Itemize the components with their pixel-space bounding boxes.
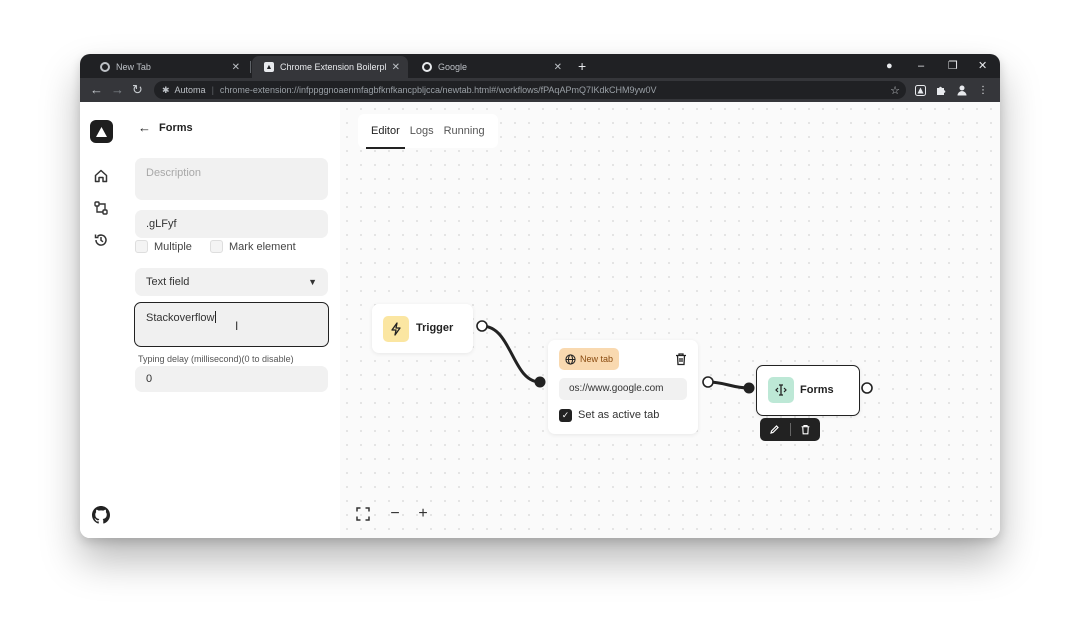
home-icon[interactable] xyxy=(93,168,109,184)
more-menu-icon[interactable]: ⋮ xyxy=(975,82,991,98)
checkmark-icon[interactable]: ✓ xyxy=(559,408,572,422)
minimize-button[interactable]: – xyxy=(918,57,924,75)
zoom-in-button[interactable]: + xyxy=(415,505,431,522)
chevron-down-icon: ▼ xyxy=(308,277,317,287)
puzzle-icon[interactable] xyxy=(933,82,949,98)
chrome-icon xyxy=(100,62,110,72)
restore-button[interactable]: ❐ xyxy=(948,57,958,75)
globe-icon xyxy=(565,353,576,365)
tab-title: Google xyxy=(438,62,468,72)
lightning-icon xyxy=(383,316,409,342)
new-tab-badge: New tab xyxy=(559,348,620,370)
forms-input-handle[interactable] xyxy=(743,382,755,394)
url-text: chrome-extension://infppggnoaenmfagbfknf… xyxy=(219,85,657,95)
edge-trigger-to-newtab xyxy=(481,324,541,384)
editor-tabs: Editor Logs Running xyxy=(358,114,498,149)
checkbox-box[interactable] xyxy=(135,240,148,253)
forms-node-actions xyxy=(760,418,820,441)
trigger-output-handle[interactable] xyxy=(476,320,488,332)
newtab-input-handle[interactable] xyxy=(534,376,546,388)
panel-header: ← Forms xyxy=(138,120,193,135)
typing-delay-label: Typing delay (millisecond)(0 to disable) xyxy=(138,354,294,364)
fullscreen-icon[interactable] xyxy=(355,506,371,522)
google-icon xyxy=(422,62,432,72)
browser-tab-google[interactable]: Google ✕ xyxy=(410,56,570,78)
newtab-output-handle[interactable] xyxy=(702,376,714,388)
close-icon[interactable]: ✕ xyxy=(232,62,240,73)
automa-icon: ▲ xyxy=(264,62,274,72)
form-type-value: Text field xyxy=(146,276,190,288)
text-cursor-icon xyxy=(768,377,794,403)
forms-node[interactable]: Forms xyxy=(756,365,860,416)
new-tab-url[interactable]: os://www.google.com xyxy=(559,378,687,400)
mark-element-checkbox[interactable]: Mark element xyxy=(210,240,296,253)
text-cursor-icon: I xyxy=(235,319,239,333)
address-divider: | xyxy=(211,85,214,95)
tab-logs[interactable]: Logs xyxy=(405,119,439,143)
trigger-node[interactable]: Trigger xyxy=(372,304,473,353)
tab-strip: New Tab ✕ ▲ Chrome Extension Boilerplate… xyxy=(80,54,1000,78)
trash-icon[interactable] xyxy=(674,352,688,366)
workflow-canvas[interactable]: Editor Logs Running Trigger New tab os:/… xyxy=(340,102,1000,538)
value-text: Stackoverflow xyxy=(146,312,215,324)
active-tab-checkbox[interactable]: ✓ Set as active tab xyxy=(559,406,659,424)
new-tab-badge-label: New tab xyxy=(580,354,614,364)
tab-running[interactable]: Running xyxy=(439,119,490,143)
tab-title: New Tab xyxy=(116,62,151,72)
automa-extension-icon[interactable] xyxy=(912,82,928,98)
extension-icon: ✱ xyxy=(162,84,170,95)
checkbox-box[interactable] xyxy=(210,240,223,253)
value-textarea[interactable]: Stackoverflow I xyxy=(134,302,329,347)
back-arrow-icon[interactable]: ← xyxy=(90,81,103,99)
browser-tab-extension[interactable]: ▲ Chrome Extension Boilerplate (wi ✕ xyxy=(252,56,408,78)
automa-app: ← Forms Description .gLFyf Multiple Mark… xyxy=(80,102,1000,538)
browser-toolbar: ← → ↻ ✱ Automa | chrome-extension://infp… xyxy=(80,78,1000,102)
mark-element-label: Mark element xyxy=(229,240,296,253)
forms-output-handle[interactable] xyxy=(861,382,873,394)
close-icon[interactable]: ✕ xyxy=(392,62,400,73)
new-tab-button[interactable]: + xyxy=(578,57,586,75)
workflow-icon[interactable] xyxy=(93,200,109,216)
selector-input[interactable]: .gLFyf xyxy=(135,210,328,238)
pencil-icon[interactable] xyxy=(760,424,790,435)
close-icon[interactable]: ✕ xyxy=(554,62,562,73)
profile-icon[interactable] xyxy=(954,82,970,98)
automa-logo[interactable] xyxy=(90,120,113,143)
active-tab-label: Set as active tab xyxy=(578,409,660,421)
close-window-button[interactable]: ✕ xyxy=(978,57,987,75)
profile-menu-icon[interactable]: ● xyxy=(886,57,893,75)
trash-icon[interactable] xyxy=(791,424,821,435)
form-type-select[interactable]: Text field ▼ xyxy=(135,268,328,296)
edge-newtab-to-forms xyxy=(707,380,750,390)
browser-tab-new-tab[interactable]: New Tab ✕ xyxy=(88,56,248,78)
trigger-node-label: Trigger xyxy=(416,322,454,334)
typing-delay-input[interactable]: 0 xyxy=(135,366,328,392)
tab-title: Chrome Extension Boilerplate (wi xyxy=(280,62,386,72)
description-textarea[interactable]: Description xyxy=(135,158,328,200)
site-label: Automa xyxy=(174,85,206,95)
address-bar[interactable]: ✱ Automa | chrome-extension://infppggnoa… xyxy=(154,81,906,99)
panel-title: Forms xyxy=(159,121,193,134)
back-arrow-icon[interactable]: ← xyxy=(138,120,151,135)
reload-icon[interactable]: ↻ xyxy=(132,81,143,99)
multiple-checkbox[interactable]: Multiple xyxy=(135,240,192,253)
app-sidebar xyxy=(80,102,122,538)
tab-separator xyxy=(250,61,251,73)
forward-arrow-icon[interactable]: → xyxy=(111,81,124,99)
zoom-out-button[interactable]: − xyxy=(387,505,403,522)
history-icon[interactable] xyxy=(93,232,109,248)
browser-window: New Tab ✕ ▲ Chrome Extension Boilerplate… xyxy=(80,54,1000,538)
block-settings-panel: ← Forms Description .gLFyf Multiple Mark… xyxy=(122,102,340,538)
github-icon[interactable] xyxy=(92,506,110,524)
forms-node-label: Forms xyxy=(800,384,834,396)
bookmark-star-icon[interactable]: ☆ xyxy=(890,84,900,97)
new-tab-node[interactable]: New tab os://www.google.com ✓ Set as act… xyxy=(548,340,698,434)
tab-editor[interactable]: Editor xyxy=(366,119,405,149)
multiple-label: Multiple xyxy=(154,240,192,253)
